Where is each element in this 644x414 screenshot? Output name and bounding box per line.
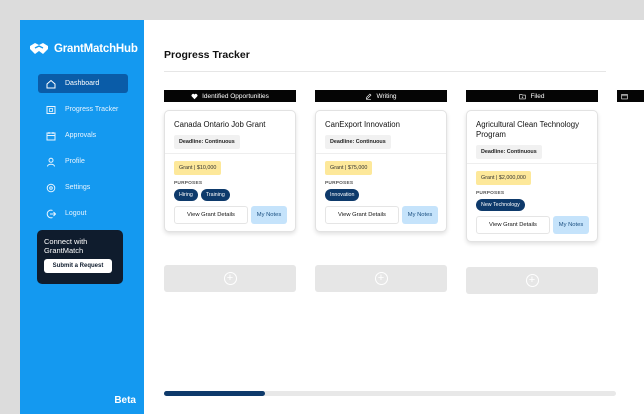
grant-amount-chip: Grant | $10,000 [174, 161, 222, 175]
brand-name: GrantMatchHub [54, 43, 138, 55]
purpose-tags: Innovation [325, 189, 439, 201]
sidebar-item-logout[interactable]: Logout [38, 204, 128, 223]
sidebar-item-label: Progress Tracker [65, 106, 119, 113]
deadline-chip: Deadline: Continuous [476, 145, 542, 159]
my-notes-button[interactable]: My Notes [251, 206, 287, 224]
sidebar: GrantMatchHub Dashboard Progress Tracker… [20, 20, 144, 414]
column-filed: Filed Agricultural Clean Technology Prog… [466, 90, 598, 242]
divider [165, 153, 295, 154]
beta-label: Beta [114, 395, 136, 406]
purpose-tags: New Technology [476, 199, 590, 211]
sidebar-item-settings[interactable]: Settings [38, 178, 128, 197]
column-header: Identified Opportunities [164, 90, 296, 102]
card-actions: View Grant Details My Notes [174, 206, 288, 224]
brand-logo[interactable]: GrantMatchHub [29, 42, 138, 56]
purposes-label: PURPOSES [325, 181, 354, 186]
view-grant-details-button[interactable]: View Grant Details [325, 206, 399, 224]
column-header-label: Writing [376, 92, 397, 100]
column-header-label: Identified Opportunities [202, 92, 269, 100]
card-actions: View Grant Details My Notes [325, 206, 439, 224]
logout-icon [46, 209, 56, 219]
plus-icon: + [374, 272, 388, 285]
add-card-button[interactable]: + [164, 265, 296, 292]
sidebar-item-profile[interactable]: Profile [38, 152, 128, 171]
grant-card[interactable]: Agricultural Clean Technology Program De… [466, 110, 598, 242]
grant-amount-chip: Grant | $75,000 [325, 161, 373, 175]
folder-icon [519, 93, 527, 99]
tracker-icon [46, 105, 56, 115]
deadline-chip: Deadline: Continuous [325, 135, 391, 149]
column-header-partial [617, 90, 644, 102]
column-writing: Writing CanExport Innovation Deadline: C… [315, 90, 447, 232]
add-card-button[interactable]: + [466, 267, 598, 294]
divider [164, 71, 606, 72]
connect-title: Connect with GrantMatch [44, 237, 88, 255]
sidebar-item-label: Profile [65, 158, 85, 165]
deadline-chip: Deadline: Continuous [174, 135, 240, 149]
column-header-label: Filed [530, 92, 545, 100]
heart-icon [191, 93, 198, 99]
view-grant-details-button[interactable]: View Grant Details [476, 216, 550, 234]
purposes-label: PURPOSES [476, 191, 505, 196]
horizontal-scrollbar[interactable] [164, 391, 616, 396]
user-icon [46, 157, 56, 167]
submit-request-button[interactable]: Submit a Request [44, 259, 112, 273]
purpose-tag: New Technology [476, 199, 525, 211]
pencil-icon [366, 93, 372, 100]
card-actions: View Grant Details My Notes [476, 216, 590, 234]
purpose-tag: Hiring [174, 189, 198, 201]
purpose-tags: Hiring Training [174, 189, 288, 201]
sidebar-item-label: Approvals [65, 132, 97, 139]
column-header: Writing [315, 90, 447, 102]
divider [467, 163, 597, 164]
folder-icon [621, 93, 628, 99]
grant-title: Canada Ontario Job Grant [174, 120, 266, 129]
gear-icon [46, 183, 56, 193]
view-grant-details-button[interactable]: View Grant Details [174, 206, 248, 224]
scrollbar-thumb[interactable] [164, 391, 265, 396]
home-icon [46, 79, 56, 89]
divider [316, 153, 446, 154]
grant-card[interactable]: CanExport Innovation Deadline: Continuou… [315, 110, 447, 232]
purpose-tag: Innovation [325, 189, 360, 201]
purpose-tag: Training [200, 189, 230, 201]
connect-panel: Connect with GrantMatch Submit a Request [37, 230, 123, 284]
grant-title: CanExport Innovation [325, 120, 400, 129]
grant-amount-chip: Grant | $2,000,000 [476, 171, 531, 185]
sidebar-item-approvals[interactable]: Approvals [38, 126, 128, 145]
purposes-label: PURPOSES [174, 181, 203, 186]
column-header: Filed [466, 90, 598, 102]
sidebar-item-label: Dashboard [65, 80, 100, 87]
sidebar-item-label: Settings [65, 184, 91, 191]
calendar-icon [46, 131, 56, 141]
sidebar-item-progress-tracker[interactable]: Progress Tracker [38, 100, 128, 119]
my-notes-button[interactable]: My Notes [402, 206, 438, 224]
grant-title: Agricultural Clean Technology Program [476, 120, 580, 139]
handshake-logo-icon [30, 43, 48, 54]
grant-card[interactable]: Canada Ontario Job Grant Deadline: Conti… [164, 110, 296, 232]
sidebar-nav: Dashboard Progress Tracker Approvals Pro… [20, 74, 144, 230]
my-notes-button[interactable]: My Notes [553, 216, 589, 234]
sidebar-item-label: Logout [65, 210, 87, 217]
plus-icon: + [223, 272, 237, 285]
plus-icon: + [525, 274, 539, 287]
column-identified-opportunities: Identified Opportunities Canada Ontario … [164, 90, 296, 232]
app-frame: GrantMatchHub Dashboard Progress Tracker… [20, 20, 644, 414]
sidebar-item-dashboard[interactable]: Dashboard [38, 74, 128, 93]
add-card-button[interactable]: + [315, 265, 447, 292]
page-title: Progress Tracker [164, 49, 250, 61]
